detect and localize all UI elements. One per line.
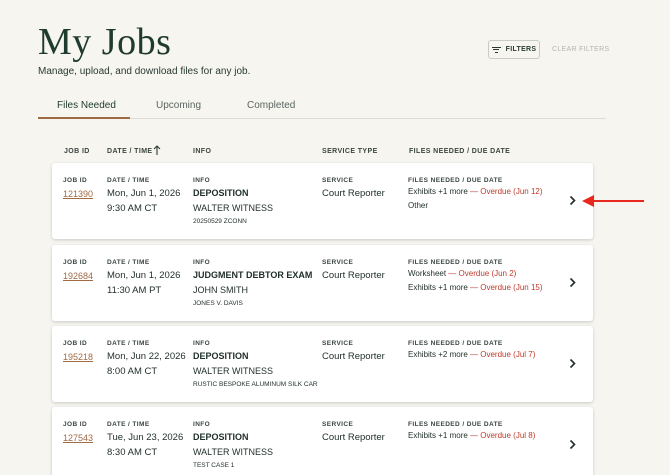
- job-card[interactable]: JOB ID 192684 DATE / TIME Mon, Jun 1, 2026 1…: [52, 245, 593, 321]
- job-id-link[interactable]: 121390: [63, 189, 93, 199]
- files-needed-list: Exhibits +1 more — Overdue (Jul 8): [408, 430, 548, 444]
- column-header-info: INFO: [193, 148, 212, 155]
- service-type: Court Reporter: [322, 270, 385, 281]
- case-name: 20250529 ZCONN: [193, 218, 247, 225]
- job-id-label: JOB ID: [63, 421, 88, 428]
- job-date: Mon, Jun 22, 2026: [107, 351, 186, 362]
- files-due-label: FILES NEEDED / DUE DATE: [408, 421, 503, 428]
- files-needed-list: Exhibits +1 more — Overdue (Jun 12) Other: [408, 186, 548, 214]
- chevron-right-icon[interactable]: [569, 439, 576, 450]
- info-label: INFO: [193, 177, 211, 184]
- job-card[interactable]: JOB ID 121390 DATE / TIME Mon, Jun 1, 2026 9…: [52, 163, 593, 239]
- column-header-date-time[interactable]: DATE / TIME: [107, 148, 153, 155]
- overdue-status: — Overdue (Jun 2): [446, 269, 517, 278]
- job-id-label: JOB ID: [63, 177, 88, 184]
- files-needed-list: Worksheet — Overdue (Jun 2) Exhibits +1 m…: [408, 268, 548, 296]
- overdue-status: — Overdue (Jun 12): [467, 187, 543, 196]
- page-title: My Jobs: [38, 21, 172, 63]
- case-name: TEST CASE 1: [193, 462, 235, 469]
- files-due-label: FILES NEEDED / DUE DATE: [408, 177, 503, 184]
- filters-button[interactable]: FILTERS: [488, 40, 540, 59]
- filter-icon: [491, 46, 501, 53]
- case-name: JONES V. DAVIS: [193, 300, 243, 307]
- job-card[interactable]: JOB ID 127543 DATE / TIME Tue, Jun 23, 2026…: [52, 407, 593, 475]
- clear-filters-button[interactable]: CLEAR FILTERS: [552, 46, 609, 53]
- job-time: 8:30 AM CT: [107, 447, 158, 458]
- chevron-right-icon[interactable]: [569, 195, 576, 206]
- date-time-label: DATE / TIME: [107, 259, 150, 266]
- file-needed-item: Worksheet — Overdue (Jun 2): [408, 268, 548, 279]
- service-type: Court Reporter: [322, 188, 385, 199]
- file-needed-name: Exhibits +2 more: [408, 350, 468, 359]
- file-needed-name: Worksheet: [408, 269, 447, 278]
- job-time: 9:30 AM CT: [107, 203, 158, 214]
- service-label: SERVICE: [322, 177, 354, 184]
- case-name: RUSTIC BESPOKE ALUMINUM SILK CAR: [193, 381, 318, 388]
- column-header-files-due: FILES NEEDED / DUE DATE: [409, 148, 511, 155]
- file-needed-name: Exhibits +1 more: [408, 431, 468, 440]
- filters-button-label: FILTERS: [505, 46, 537, 53]
- info-label: INFO: [193, 259, 211, 266]
- date-time-label: DATE / TIME: [107, 177, 150, 184]
- job-id-link[interactable]: 192684: [63, 271, 93, 281]
- job-title: DEPOSITION: [193, 351, 249, 361]
- sort-up-arrow-icon[interactable]: [153, 145, 161, 156]
- job-id-label: JOB ID: [63, 259, 88, 266]
- tab-bar: Files Needed Upcoming Completed: [38, 92, 606, 119]
- job-time: 8:00 AM CT: [107, 366, 158, 377]
- overdue-status: — Overdue (Jul 7): [467, 350, 536, 359]
- file-needed-item: Exhibits +1 more — Overdue (Jul 8): [408, 430, 548, 441]
- job-id-link[interactable]: 127543: [63, 433, 93, 443]
- job-id-link[interactable]: 195218: [63, 352, 93, 362]
- file-needed-item: Other: [408, 200, 548, 211]
- witness-name: JOHN SMITH: [193, 285, 248, 295]
- job-title: DEPOSITION: [193, 188, 249, 198]
- job-date: Tue, Jun 23, 2026: [107, 432, 184, 443]
- job-card[interactable]: JOB ID 195218 DATE / TIME Mon, Jun 22, 2026…: [52, 326, 593, 402]
- service-label: SERVICE: [322, 259, 354, 266]
- service-label: SERVICE: [322, 421, 354, 428]
- files-due-label: FILES NEEDED / DUE DATE: [408, 259, 503, 266]
- job-title: JUDGMENT DEBTOR EXAM: [193, 270, 313, 280]
- date-time-label: DATE / TIME: [107, 421, 150, 428]
- overdue-status: — Overdue (Jun 15): [467, 283, 543, 292]
- service-type: Court Reporter: [322, 351, 385, 362]
- file-needed-name: Exhibits +1 more: [408, 187, 468, 196]
- date-time-label: DATE / TIME: [107, 340, 150, 347]
- file-needed-item: Exhibits +1 more — Overdue (Jun 15): [408, 282, 548, 293]
- overdue-status: — Overdue (Jul 8): [467, 431, 536, 440]
- witness-name: WALTER WITNESS: [193, 366, 274, 376]
- tab-upcoming[interactable]: Upcoming: [156, 100, 201, 111]
- files-needed-list: Exhibits +2 more — Overdue (Jul 7): [408, 349, 548, 363]
- tab-files-needed[interactable]: Files Needed: [57, 100, 116, 111]
- file-needed-name: Exhibits +1 more: [408, 283, 468, 292]
- job-id-label: JOB ID: [63, 340, 88, 347]
- service-label: SERVICE: [322, 340, 354, 347]
- job-title: DEPOSITION: [193, 432, 249, 442]
- column-header-job-id: JOB ID: [64, 148, 90, 155]
- tab-completed[interactable]: Completed: [247, 100, 295, 111]
- witness-name: WALTER WITNESS: [193, 447, 274, 457]
- job-date: Mon, Jun 1, 2026: [107, 270, 181, 281]
- witness-name: WALTER WITNESS: [193, 203, 274, 213]
- column-header-service-type: SERVICE TYPE: [322, 148, 378, 155]
- red-pointer-arrow-icon: [582, 195, 644, 207]
- job-time: 11:30 AM PT: [107, 285, 162, 296]
- info-label: INFO: [193, 340, 211, 347]
- chevron-right-icon[interactable]: [569, 358, 576, 369]
- file-needed-name: Other: [408, 201, 429, 210]
- service-type: Court Reporter: [322, 432, 385, 443]
- file-needed-item: Exhibits +2 more — Overdue (Jul 7): [408, 349, 548, 360]
- files-due-label: FILES NEEDED / DUE DATE: [408, 340, 503, 347]
- file-needed-item: Exhibits +1 more — Overdue (Jun 12): [408, 186, 548, 197]
- page-subtitle: Manage, upload, and download files for a…: [38, 66, 251, 77]
- info-label: INFO: [193, 421, 211, 428]
- chevron-right-icon[interactable]: [569, 277, 576, 288]
- job-date: Mon, Jun 1, 2026: [107, 188, 181, 199]
- active-tab-indicator: [38, 117, 130, 119]
